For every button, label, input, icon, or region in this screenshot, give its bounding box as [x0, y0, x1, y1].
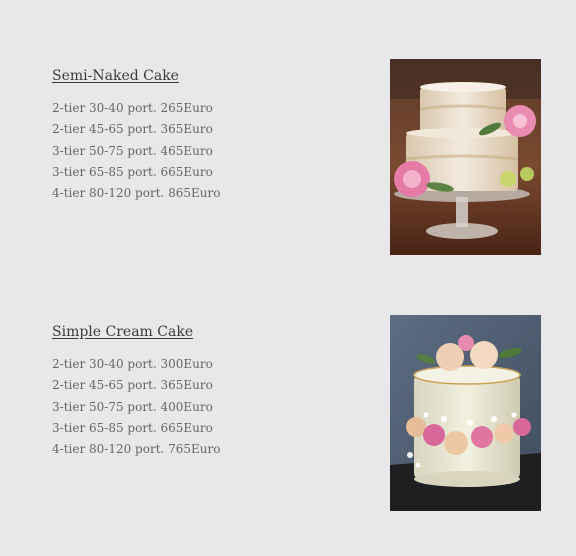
price-item: 3-tier 50-75 port. 465Euro [52, 143, 213, 158]
price-item: 3-tier 65-85 port. 665Euro [52, 420, 213, 435]
product-title[interactable]: Semi-Naked Cake [52, 68, 179, 84]
price-item: 3-tier 65-85 port. 665Euro [52, 164, 213, 179]
price-item: 2-tier 45-65 port. 365Euro [52, 378, 213, 393]
simple-cream-cake-photo [390, 315, 541, 511]
product-title[interactable]: Simple Cream Cake [52, 324, 193, 340]
semi-naked-cake-photo [390, 59, 541, 255]
price-item: 4-tier 80-120 port. 765Euro [52, 442, 221, 457]
price-item: 2-tier 30-40 port. 265Euro [52, 101, 213, 115]
price-item: 3-tier 50-75 port. 400Euro [52, 399, 213, 414]
price-item: 2-tier 30-40 port. 300Euro [52, 357, 213, 371]
price-item: 4-tier 80-120 port. 865Euro [52, 186, 221, 201]
price-list: 2-tier 30-40 port. 265Euro 2-tier 45-65 … [52, 98, 221, 204]
price-list: 2-tier 30-40 port. 300Euro 2-tier 45-65 … [52, 354, 221, 460]
price-item: 2-tier 45-65 port. 365Euro [52, 122, 213, 137]
